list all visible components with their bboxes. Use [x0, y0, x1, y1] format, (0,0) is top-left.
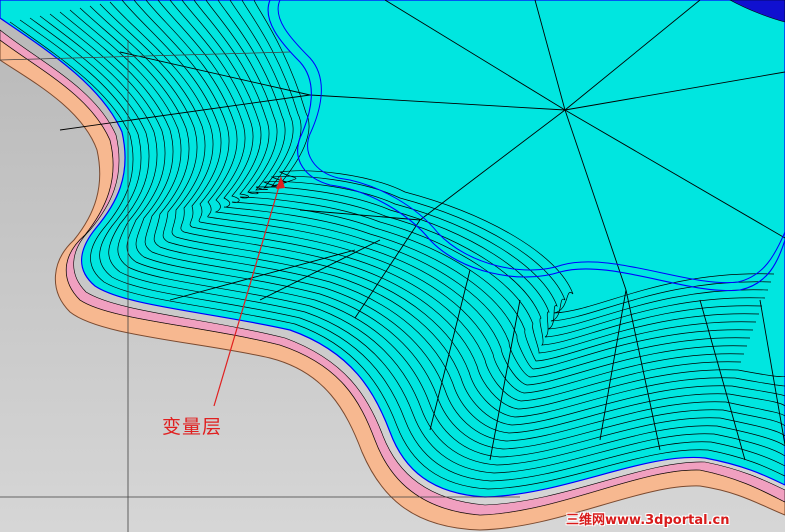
cad-viewport[interactable]: 变量层 三维网www.3dportal.cn	[0, 0, 785, 532]
watermark-text: 三维网www.3dportal.cn	[566, 513, 730, 528]
annotation-label: 变量层	[162, 416, 223, 438]
model-canvas[interactable]	[0, 0, 785, 532]
